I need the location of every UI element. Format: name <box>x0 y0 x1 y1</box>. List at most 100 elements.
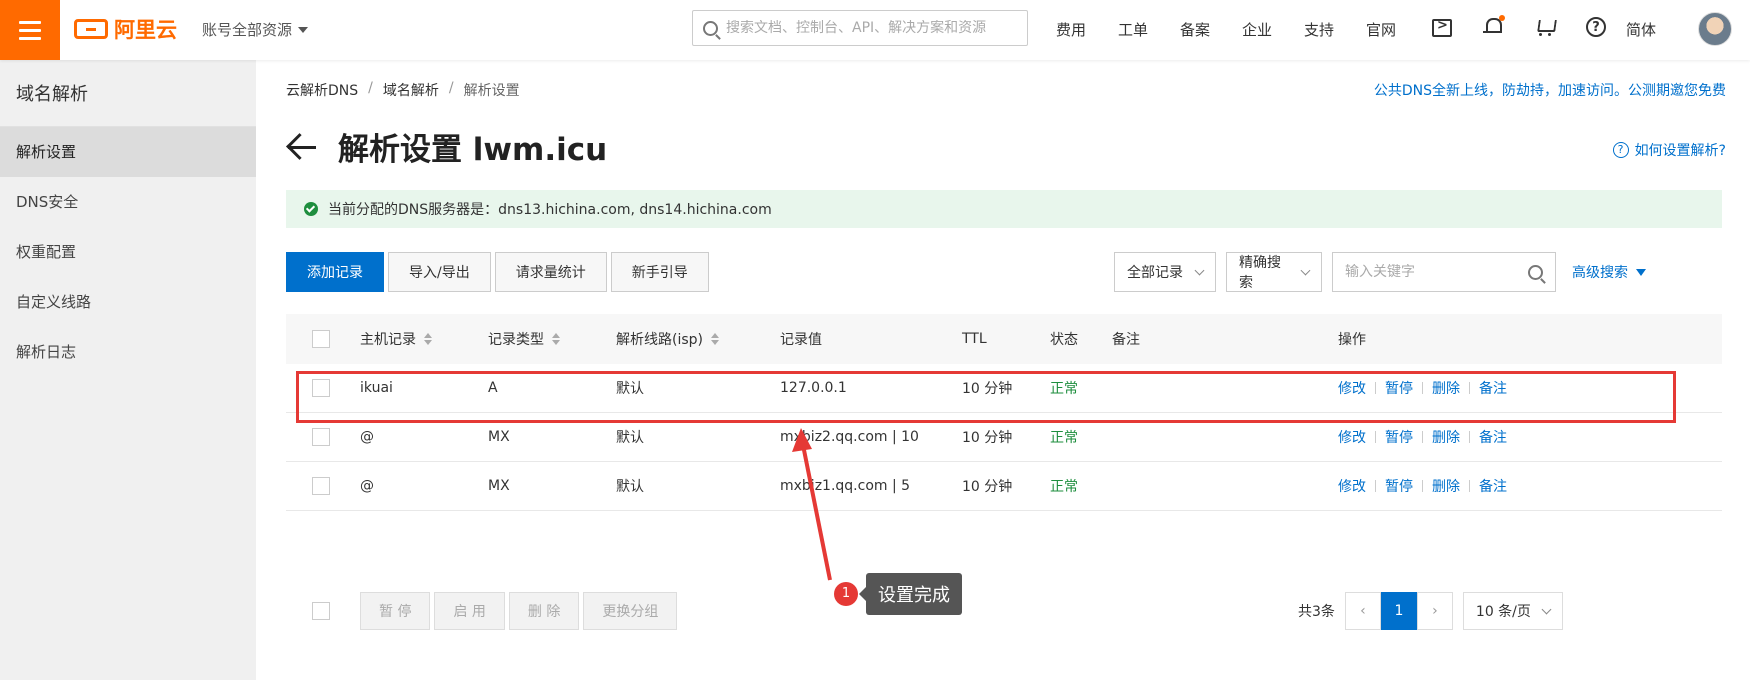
annotation-text: 设置完成 <box>859 573 962 615</box>
edit-link[interactable]: 修改 <box>1338 476 1366 496</box>
sidebar-item-custom-lines[interactable]: 自定义线路 <box>0 277 256 327</box>
edit-link[interactable]: 修改 <box>1338 427 1366 447</box>
help-icon[interactable]: ? <box>1586 17 1606 37</box>
nav-support[interactable]: 支持 <box>1304 19 1366 40</box>
cell-host: ikuai <box>360 380 393 396</box>
cell-type: A <box>488 380 498 396</box>
search-input[interactable] <box>726 20 1006 36</box>
sort-icon[interactable] <box>711 333 719 345</box>
terminal-icon[interactable] <box>1432 18 1452 37</box>
edit-link[interactable]: 修改 <box>1338 378 1366 398</box>
table-row: @ MX 默认 mxbiz2.qq.com | 10 10 分钟 正常 修改 暂… <box>286 413 1722 462</box>
note-link[interactable]: 备注 <box>1479 427 1507 447</box>
row-checkbox[interactable] <box>312 428 330 446</box>
advanced-search-toggle[interactable]: 高级搜索 <box>1572 262 1646 282</box>
nav-official-site[interactable]: 官网 <box>1366 19 1428 40</box>
search-mode-select[interactable]: 精确搜索 <box>1226 252 1322 292</box>
promo-link[interactable]: 公共DNS全新上线，防劫持，加速访问。公测期邀您免费 <box>1374 80 1726 100</box>
top-icons: ? <box>1432 15 1606 38</box>
avatar[interactable] <box>1698 12 1732 46</box>
howto-link[interactable]: ? 如何设置解析? <box>1612 140 1726 160</box>
pause-link[interactable]: 暂停 <box>1385 476 1413 496</box>
record-filter-select[interactable]: 全部记录 <box>1114 252 1216 292</box>
cell-status: 正常 <box>1050 479 1078 495</box>
total-count: 共3条 <box>1298 604 1335 620</box>
row-checkbox[interactable] <box>312 477 330 495</box>
cart-icon[interactable] <box>1534 16 1556 38</box>
sidebar-item-weight-config[interactable]: 权重配置 <box>0 227 256 277</box>
sidebar-item-dns-logs[interactable]: 解析日志 <box>0 327 256 377</box>
page-size-select[interactable]: 10 条/页 <box>1462 592 1563 630</box>
nav-tickets[interactable]: 工单 <box>1118 19 1180 40</box>
breadcrumb-cloud-dns[interactable]: 云解析DNS <box>286 80 358 100</box>
table-row: @ MX 默认 mxbiz1.qq.com | 5 10 分钟 正常 修改 暂停… <box>286 462 1722 511</box>
title-row: 解析设置 lwm.icu <box>286 124 607 169</box>
delete-link[interactable]: 删除 <box>1432 476 1460 496</box>
nav-icp[interactable]: 备案 <box>1180 19 1242 40</box>
header-line[interactable]: 解析线路(isp) <box>616 329 780 349</box>
import-export-button[interactable]: 导入/导出 <box>388 252 491 292</box>
bell-icon[interactable] <box>1482 15 1505 38</box>
account-label: 账号全部资源 <box>202 21 293 39</box>
bulk-pause-button[interactable]: 暂 停 <box>360 592 431 630</box>
search-icon[interactable] <box>1528 264 1543 280</box>
note-link[interactable]: 备注 <box>1479 378 1507 398</box>
header-type-label: 记录类型 <box>488 332 544 348</box>
select-all-checkbox[interactable] <box>312 330 330 348</box>
search-icon <box>703 20 718 36</box>
header-host-label: 主机记录 <box>360 332 416 348</box>
question-icon: ? <box>1612 142 1629 158</box>
note-link[interactable]: 备注 <box>1479 476 1507 496</box>
cell-host: @ <box>360 478 374 494</box>
sidebar-item-dns-security[interactable]: DNS安全 <box>0 177 256 227</box>
keyword-input[interactable] <box>1345 264 1515 280</box>
nav-billing[interactable]: 费用 <box>1056 19 1118 40</box>
pause-link[interactable]: 暂停 <box>1385 378 1413 398</box>
header-type[interactable]: 记录类型 <box>488 329 616 349</box>
global-search[interactable] <box>692 10 1028 46</box>
notification-dot <box>1499 15 1505 21</box>
cell-value: mxbiz2.qq.com | 10 <box>780 429 919 445</box>
delete-link[interactable]: 删除 <box>1432 378 1460 398</box>
cell-line: 默认 <box>616 479 644 495</box>
row-checkbox-cell <box>286 379 360 397</box>
caret-down-icon <box>298 26 309 33</box>
account-resources-dropdown[interactable]: 账号全部资源 <box>202 19 309 40</box>
beginner-guide-button[interactable]: 新手引导 <box>610 252 709 292</box>
bulk-enable-button[interactable]: 启 用 <box>434 592 505 630</box>
menu-icon[interactable] <box>0 0 60 60</box>
header-host[interactable]: 主机记录 <box>360 329 488 349</box>
keyword-search[interactable] <box>1332 252 1556 292</box>
delete-link[interactable]: 删除 <box>1432 427 1460 447</box>
sidebar-item-dns-settings[interactable]: 解析设置 <box>0 127 256 177</box>
notice-text: 当前分配的DNS服务器是：dns13.hichina.com, dns14.hi… <box>328 202 772 218</box>
next-page-button[interactable]: › <box>1416 592 1453 630</box>
page-number[interactable]: 1 <box>1380 592 1417 630</box>
filters: 全部记录 精确搜索 高级搜索 <box>1114 252 1646 292</box>
add-record-button[interactable]: 添加记录 <box>286 252 384 292</box>
howto-label: 如何设置解析? <box>1634 143 1726 159</box>
nav-enterprise[interactable]: 企业 <box>1242 19 1304 40</box>
chevron-down-icon <box>1541 604 1552 614</box>
cell-line: 默认 <box>616 430 644 446</box>
breadcrumb-domain-dns[interactable]: 域名解析 <box>383 80 439 100</box>
language-switch[interactable]: 简体 <box>1626 19 1656 40</box>
pagination: 共3条 ‹ 1 › 10 条/页 <box>1298 592 1563 630</box>
sort-icon[interactable] <box>424 333 432 345</box>
sort-icon[interactable] <box>552 333 560 345</box>
page-size-label: 10 条/页 <box>1475 604 1531 620</box>
cell-ttl: 10 分钟 <box>962 381 1013 397</box>
pause-link[interactable]: 暂停 <box>1385 427 1413 447</box>
prev-page-button[interactable]: ‹ <box>1344 592 1381 630</box>
chevron-down-icon <box>1194 265 1205 275</box>
row-checkbox-cell <box>286 477 360 495</box>
bulk-delete-button[interactable]: 删 除 <box>508 592 580 630</box>
request-stats-button[interactable]: 请求量统计 <box>494 252 607 292</box>
back-arrow-icon[interactable] <box>286 131 318 163</box>
bulk-change-group-button[interactable]: 更换分组 <box>583 592 678 630</box>
bulk-select-checkbox[interactable] <box>312 602 330 620</box>
row-actions: 修改 暂停 删除 备注 <box>1338 476 1638 496</box>
cell-value: 127.0.0.1 <box>780 380 847 396</box>
row-checkbox[interactable] <box>312 379 330 397</box>
aliyun-logo[interactable]: 阿里云 <box>74 14 177 44</box>
